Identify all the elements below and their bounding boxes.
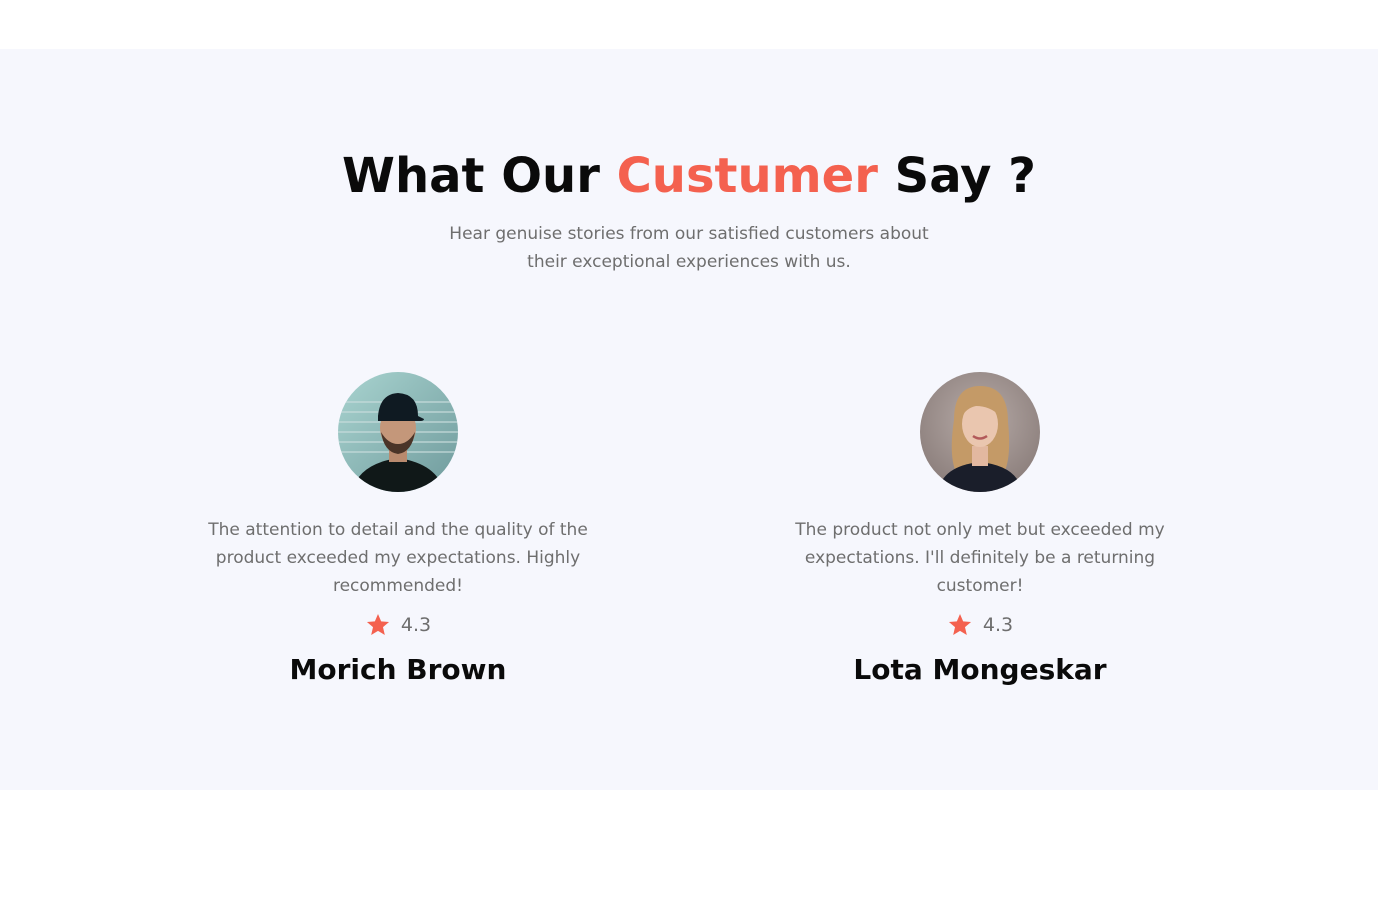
rating-value: 4.3: [982, 614, 1014, 636]
title-highlight: Custumer: [616, 148, 878, 204]
reviewer-name: Lota Mongeskar: [853, 653, 1107, 686]
avatar: [920, 372, 1040, 492]
avatar: [338, 372, 458, 492]
star-icon: [948, 613, 971, 635]
avatar-photo-woman: [920, 372, 1040, 492]
title-prefix: What Our: [342, 148, 617, 204]
avatar-photo-man: [338, 372, 458, 492]
review-quote: The attention to detail and the quality …: [208, 520, 588, 596]
reviewer-name: Morich Brown: [289, 653, 507, 686]
testimonial-card-morich-brown: The attention to detail and the quality …: [198, 372, 598, 688]
title-suffix: Say ?: [877, 148, 1036, 204]
rating-value: 4.3: [400, 614, 432, 636]
star-icon: [366, 613, 389, 635]
testimonial-card-lota-mongeskar: The product not only met but exceeded my…: [780, 372, 1180, 688]
rating: 4.3: [198, 610, 598, 640]
rating: 4.3: [780, 610, 1180, 640]
section-subtitle: Hear genuise stories from our satisfied …: [449, 224, 929, 272]
review-quote: The product not only met but exceeded my…: [795, 520, 1165, 596]
section-title: What Our Custumer Say ?: [0, 146, 1378, 206]
